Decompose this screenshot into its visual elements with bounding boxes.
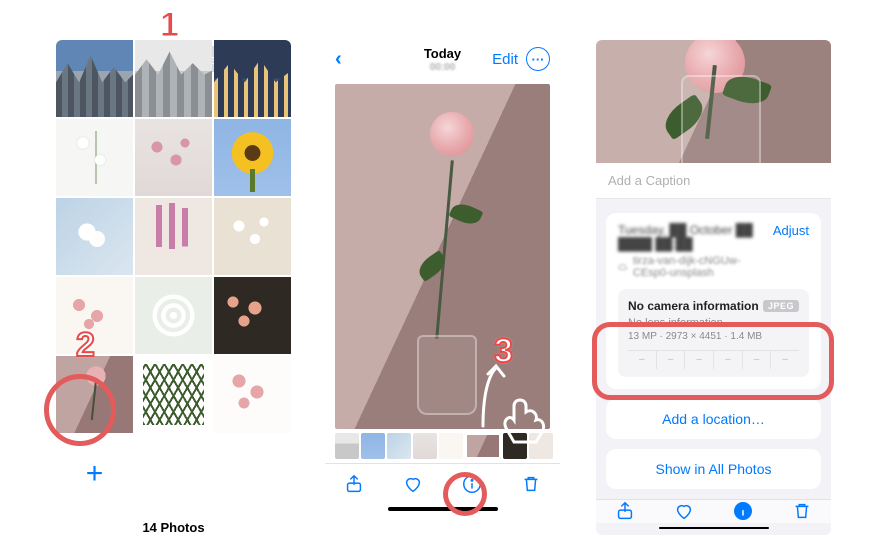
adjust-button[interactable]: Adjust	[773, 223, 809, 238]
nav-subtitle-time: 00:00	[430, 62, 456, 73]
screen-album-grid: ‹ My Albums Select ··· Wallpapers + 14 P…	[56, 40, 291, 535]
favorite-button[interactable]	[402, 473, 424, 495]
filmstrip-thumb[interactable]	[413, 433, 437, 459]
photo-preview[interactable]	[596, 40, 831, 163]
photo-thumb[interactable]	[135, 40, 212, 117]
camera-title: No camera information	[628, 299, 759, 313]
show-in-all-photos-button[interactable]: Show in All Photos	[606, 449, 821, 489]
photo-thumb[interactable]	[135, 356, 212, 433]
photo-count: 14 Photos	[56, 512, 291, 535]
photo-thumb[interactable]	[56, 119, 133, 196]
filmstrip-thumb[interactable]	[439, 433, 463, 459]
photo-thumb[interactable]	[214, 356, 291, 433]
filmstrip-thumb[interactable]	[335, 433, 359, 459]
photo-thumb[interactable]	[135, 119, 212, 196]
edit-button[interactable]: Edit	[492, 51, 518, 68]
back-chevron-icon[interactable]: ‹	[335, 49, 342, 69]
nav-title: Today	[424, 46, 461, 61]
heart-icon	[673, 500, 695, 522]
photo-thumb[interactable]	[214, 277, 291, 354]
share-button[interactable]	[343, 473, 365, 495]
trash-icon	[520, 473, 542, 495]
info-icon	[732, 500, 754, 522]
photo-date: Tuesday, ██ October ██ ████ ██:██	[618, 223, 773, 251]
format-badge: JPEG	[763, 300, 799, 312]
home-indicator[interactable]	[659, 527, 769, 529]
info-button[interactable]	[732, 500, 754, 522]
photo-thumb[interactable]	[214, 40, 291, 117]
more-button[interactable]: ···	[526, 47, 550, 71]
filmstrip-thumb[interactable]	[387, 433, 411, 459]
screen-photo-detail: ‹ Today 00:00 Edit ···	[325, 40, 560, 535]
share-icon	[614, 500, 636, 522]
add-photo-button[interactable]: +	[56, 435, 133, 512]
photo-thumb[interactable]	[135, 277, 212, 354]
photo-thumb[interactable]	[214, 119, 291, 196]
cloud-icon	[618, 261, 627, 273]
photo-thumb[interactable]	[56, 40, 133, 117]
caption-input[interactable]: Add a Caption	[596, 163, 831, 199]
favorite-button[interactable]	[673, 500, 695, 522]
annotation-circle-thumb	[44, 374, 116, 446]
annotation-swipe-up-icon	[468, 356, 548, 449]
photo-thumb[interactable]	[56, 198, 133, 275]
filmstrip-thumb[interactable]	[361, 433, 385, 459]
annotation-step-2: 2	[76, 326, 95, 365]
add-location-button[interactable]: Add a location…	[606, 399, 821, 439]
annotation-step-1: 1	[160, 6, 179, 45]
screen-photo-info: Add a Caption Tuesday, ██ October ██ ███…	[596, 40, 831, 535]
download-source-row: tirza-van-dijk-cNGUw-CEsp0-unsplash	[618, 255, 773, 279]
annotation-rect-camera-info	[592, 322, 834, 400]
heart-icon	[402, 473, 424, 495]
photo-toolbar	[596, 499, 831, 523]
share-icon	[343, 473, 365, 495]
annotation-circle-info	[443, 472, 487, 516]
filename: tirza-van-dijk-cNGUw-CEsp0-unsplash	[633, 255, 773, 279]
photo-thumb[interactable]	[135, 198, 212, 275]
share-button[interactable]	[614, 500, 636, 522]
delete-button[interactable]	[520, 473, 542, 495]
delete-button[interactable]	[791, 500, 813, 522]
photo-thumb[interactable]	[214, 198, 291, 275]
trash-icon	[791, 500, 813, 522]
